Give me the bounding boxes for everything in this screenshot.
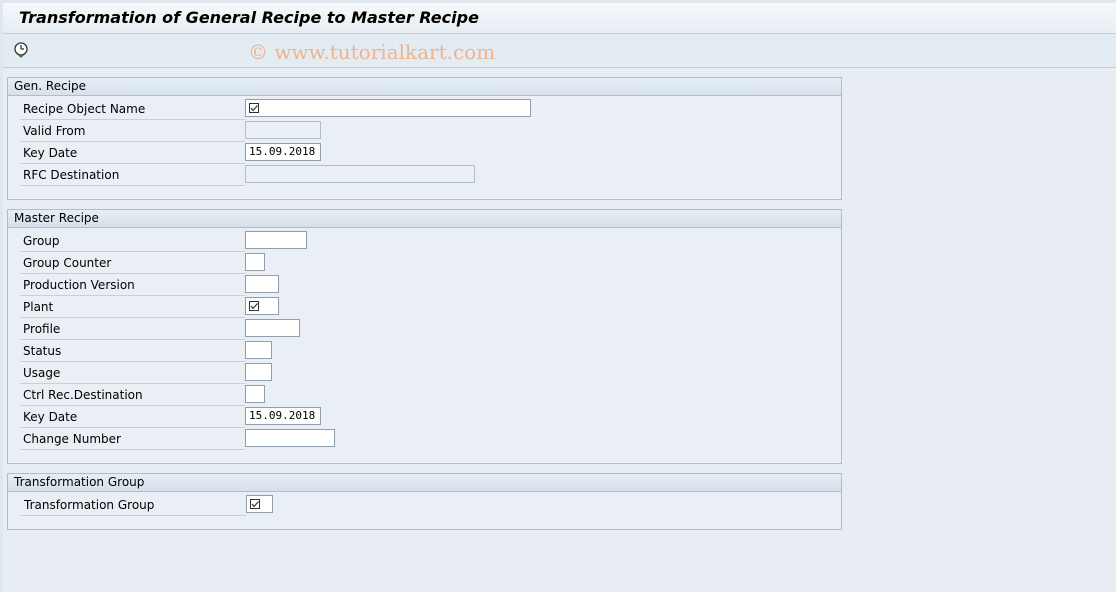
plant-input[interactable] [245,297,279,315]
recipe-object-name-input[interactable] [245,99,531,117]
row-group-counter: Group Counter [8,253,841,275]
title-bar: Transformation of General Recipe to Mast… [3,3,1116,34]
ctrl-rec-destination-input[interactable] [245,385,265,403]
watermark: © www.tutorialkart.com [248,40,496,64]
group-input[interactable] [245,231,307,249]
field-label: Status [20,341,245,362]
required-check-icon [249,103,259,113]
field-label: Key Date [20,407,245,428]
field-label: Profile [20,319,245,340]
rfc-destination-field [245,165,475,183]
field-label: Group Counter [20,253,245,274]
valid-from-field [245,121,321,139]
field-label: Key Date [20,143,245,164]
row-change-number: Change Number [8,429,841,451]
row-recipe-object-name: Recipe Object Name [8,99,841,121]
change-number-input[interactable] [245,429,335,447]
group-title: Gen. Recipe [8,78,841,96]
field-label: Usage [20,363,245,384]
field-label: Valid From [20,121,245,142]
row-profile: Profile [8,319,841,341]
field-label: Production Version [20,275,245,296]
required-check-icon [249,301,259,311]
row-production-version: Production Version [8,275,841,297]
row-ctrl-rec-destination: Ctrl Rec.Destination [8,385,841,407]
gen-recipe-group: Gen. Recipe Recipe Object Name Valid Fro… [7,77,842,200]
key-date-input[interactable]: 15.09.2018 [245,407,321,425]
field-label: Change Number [20,429,245,450]
field-label: Recipe Object Name [20,99,245,120]
profile-input[interactable] [245,319,300,337]
required-check-icon [250,499,260,509]
execute-button[interactable] [12,41,30,59]
field-label: Group [20,231,245,252]
production-version-input[interactable] [245,275,279,293]
row-rfc-destination: RFC Destination [8,165,841,187]
group-title: Transformation Group [8,474,841,492]
page-title: Transformation of General Recipe to Mast… [19,8,479,27]
field-label: Ctrl Rec.Destination [20,385,245,406]
row-transformation-group: Transformation Group [8,495,841,517]
usage-input[interactable] [245,363,272,381]
row-key-date: Key Date 15.09.2018 [8,143,841,165]
group-counter-input[interactable] [245,253,265,271]
row-group: Group [8,231,841,253]
field-label: Transformation Group [21,495,246,516]
master-recipe-group: Master Recipe Group Group Counter Produc… [7,209,842,464]
status-input[interactable] [245,341,272,359]
key-date-input[interactable]: 15.09.2018 [245,143,321,161]
row-key-date: Key Date 15.09.2018 [8,407,841,429]
row-valid-from: Valid From [8,121,841,143]
field-label: RFC Destination [20,165,245,186]
group-title: Master Recipe [8,210,841,228]
field-label: Plant [20,297,245,318]
row-usage: Usage [8,363,841,385]
transformation-group-group: Transformation Group Transformation Grou… [7,473,842,530]
execute-clock-icon [14,42,28,58]
row-status: Status [8,341,841,363]
application-toolbar: © www.tutorialkart.com [3,34,1116,68]
row-plant: Plant [8,297,841,319]
selection-screen: Gen. Recipe Recipe Object Name Valid Fro… [3,68,1116,592]
transformation-group-input[interactable] [246,495,273,513]
